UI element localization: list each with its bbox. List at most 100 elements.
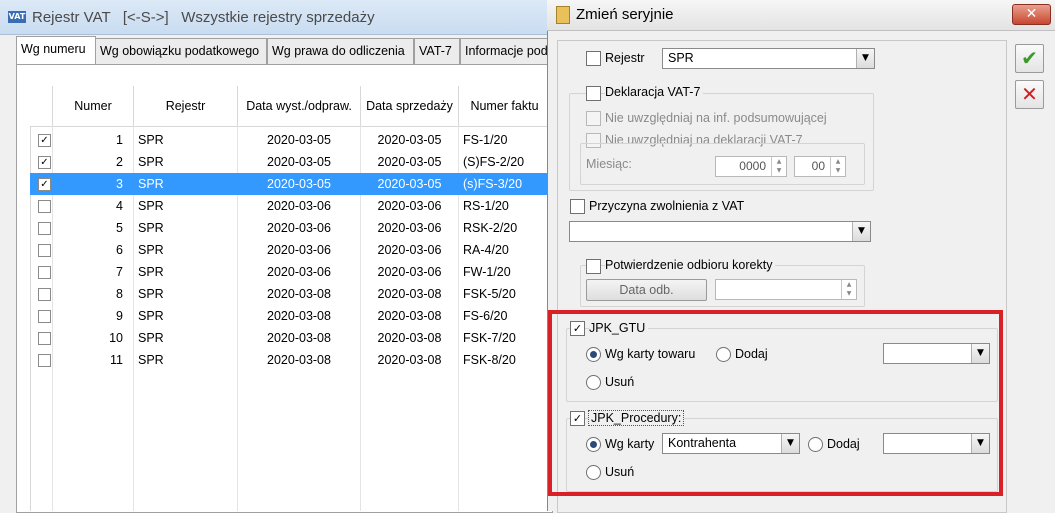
- nie-inf-checkbox[interactable]: [586, 111, 601, 126]
- row-checkbox[interactable]: [38, 266, 51, 279]
- row-checkbox[interactable]: [38, 200, 51, 213]
- table-row[interactable]: 5 SPR 2020-03-06 2020-03-06 RSK-2/20: [30, 217, 550, 239]
- data-odb-button[interactable]: Data odb.: [586, 279, 707, 301]
- row-checkbox[interactable]: [38, 222, 51, 235]
- chevron-down-icon[interactable]: ▼: [856, 49, 874, 68]
- cell-data-sprzedazy: 2020-03-08: [377, 331, 442, 345]
- miesiac-label: Miesiąc:: [586, 157, 632, 171]
- row-checkbox[interactable]: [38, 310, 51, 323]
- table-row[interactable]: ✓ 1 SPR 2020-03-05 2020-03-05 FS-1/20: [30, 129, 550, 151]
- cell-numer: 10: [109, 331, 123, 345]
- cell-numer-faktury: (S)FS-2/20: [463, 155, 525, 169]
- cell-rejestr: SPR: [138, 221, 164, 235]
- row-checkbox[interactable]: [38, 288, 51, 301]
- cell-numer-faktury: RSK-2/20: [463, 221, 518, 235]
- data-odb-field[interactable]: ▲ ▼: [715, 279, 857, 300]
- cell-numer-faktury: RS-1/20: [463, 199, 509, 213]
- cell-data-sprzedazy: 2020-03-05: [377, 177, 442, 191]
- cell-rejestr: SPR: [138, 331, 164, 345]
- cell-data-wyst: 2020-03-06: [267, 243, 331, 257]
- confirm-button[interactable]: ✔: [1015, 44, 1044, 73]
- cell-rejestr: SPR: [138, 177, 164, 191]
- column-header-rejestr[interactable]: Rejestr: [134, 86, 238, 127]
- table-row[interactable]: 4 SPR 2020-03-06 2020-03-06 RS-1/20: [30, 195, 550, 217]
- cell-numer: 5: [116, 221, 123, 235]
- table-row[interactable]: 8 SPR 2020-03-08 2020-03-08 FSK-5/20: [30, 283, 550, 305]
- row-checkbox[interactable]: ✓: [38, 178, 51, 191]
- dialog-title: Zmień seryjnie: [576, 6, 674, 23]
- document-icon: [556, 6, 570, 24]
- row-checkbox[interactable]: [38, 354, 51, 367]
- row-checkbox[interactable]: ✓: [38, 156, 51, 169]
- rejestr-checkbox[interactable]: [586, 51, 601, 66]
- cell-rejestr: SPR: [138, 265, 164, 279]
- przyczyna-select[interactable]: ▼: [569, 221, 871, 242]
- cell-data-sprzedazy: 2020-03-05: [377, 133, 442, 147]
- spin-arrows-icon[interactable]: ▲ ▼: [771, 157, 786, 176]
- table-row[interactable]: 9 SPR 2020-03-08 2020-03-08 FS-6/20: [30, 305, 550, 327]
- rejestr-select[interactable]: SPR ▼: [662, 48, 875, 69]
- month-value: 00: [811, 159, 825, 173]
- cancel-button[interactable]: ✕: [1015, 80, 1044, 109]
- cell-numer-faktury: FSK-7/20: [463, 331, 516, 345]
- table-row[interactable]: 10 SPR 2020-03-08 2020-03-08 FSK-7/20: [30, 327, 550, 349]
- cell-data-sprzedazy: 2020-03-06: [377, 221, 442, 235]
- nie-inf-label: Nie uwzględniaj na inf. podsumowującej: [605, 111, 827, 125]
- month-spinner[interactable]: 00 ▲ ▼: [794, 156, 846, 177]
- table-row[interactable]: 7 SPR 2020-03-06 2020-03-06 FW-1/20: [30, 261, 550, 283]
- table-row[interactable]: ✓ 3 SPR 2020-03-05 2020-03-05 (s)FS-3/20: [30, 173, 550, 195]
- row-checkbox[interactable]: ✓: [38, 134, 51, 147]
- cell-data-sprzedazy: 2020-03-05: [377, 155, 442, 169]
- cell-data-wyst: 2020-03-06: [267, 265, 331, 279]
- potwierdzenie-label: Potwierdzenie odbioru korekty: [605, 258, 776, 272]
- dialog-title-bar: Zmień seryjnie: [547, 0, 1055, 31]
- cell-data-wyst: 2020-03-08: [267, 309, 331, 323]
- cell-data-wyst: 2020-03-08: [267, 353, 331, 367]
- cell-data-wyst: 2020-03-08: [267, 331, 331, 345]
- cell-rejestr: SPR: [138, 243, 164, 257]
- tab-wg-obowiazku[interactable]: Wg obowiązku podatkowego: [95, 38, 267, 65]
- cell-numer: 9: [116, 309, 123, 323]
- year-value: 0000: [739, 159, 766, 173]
- cell-numer-faktury: RA-4/20: [463, 243, 509, 257]
- cell-rejestr: SPR: [138, 287, 164, 301]
- cell-data-sprzedazy: 2020-03-06: [377, 243, 442, 257]
- cell-numer: 11: [110, 353, 123, 367]
- column-header-check: [30, 86, 53, 127]
- table-row[interactable]: ✓ 2 SPR 2020-03-05 2020-03-05 (S)FS-2/20: [30, 151, 550, 173]
- cell-numer: 1: [116, 133, 123, 147]
- cell-numer-faktury: FS-6/20: [463, 309, 508, 323]
- column-header-data-sprzedazy[interactable]: Data sprzedaży: [361, 86, 459, 127]
- tab-vat7[interactable]: VAT-7: [414, 38, 460, 65]
- cell-data-wyst: 2020-03-05: [267, 155, 331, 169]
- table-row[interactable]: 11 SPR 2020-03-08 2020-03-08 FSK-8/20: [30, 349, 550, 371]
- year-spinner[interactable]: 0000 ▲ ▼: [715, 156, 787, 177]
- tab-wg-numeru[interactable]: Wg numeru: [16, 36, 96, 65]
- tab-wg-prawa[interactable]: Wg prawa do odliczenia: [267, 38, 414, 65]
- highlight-frame: [548, 310, 1003, 496]
- spin-arrows-icon[interactable]: ▲ ▼: [830, 157, 845, 176]
- cell-numer-faktury: FSK-5/20: [463, 287, 516, 301]
- przyczyna-label: Przyczyna zwolnienia z VAT: [589, 199, 745, 213]
- column-header-numer[interactable]: Numer: [53, 86, 134, 127]
- cell-numer: 4: [116, 199, 123, 213]
- chevron-down-icon[interactable]: ▼: [852, 222, 870, 241]
- rejestr-value: SPR: [668, 51, 694, 65]
- close-button[interactable]: ✕: [1012, 4, 1051, 25]
- rejestr-label: Rejestr: [605, 51, 645, 65]
- przyczyna-checkbox[interactable]: [570, 199, 585, 214]
- row-checkbox[interactable]: [38, 332, 51, 345]
- column-header-data-wyst[interactable]: Data wyst./odpraw.: [238, 86, 361, 127]
- cell-data-sprzedazy: 2020-03-08: [377, 353, 442, 367]
- deklaracja-checkbox[interactable]: [586, 86, 601, 101]
- deklaracja-label: Deklaracja VAT-7: [605, 85, 704, 99]
- cell-numer: 3: [116, 177, 123, 191]
- potwierdzenie-checkbox[interactable]: [586, 259, 601, 274]
- cell-data-sprzedazy: 2020-03-08: [377, 309, 442, 323]
- column-header-numer-faktury[interactable]: Numer faktu: [459, 86, 550, 127]
- cell-rejestr: SPR: [138, 309, 164, 323]
- table-row[interactable]: 6 SPR 2020-03-06 2020-03-06 RA-4/20: [30, 239, 550, 261]
- row-checkbox[interactable]: [38, 244, 51, 257]
- cell-numer-faktury: FW-1/20: [463, 265, 511, 279]
- spin-arrows-icon[interactable]: ▲ ▼: [841, 280, 856, 299]
